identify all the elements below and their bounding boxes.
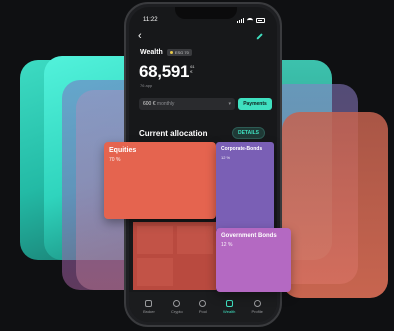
- tile-cell: [137, 258, 173, 286]
- portfolio-value-currency: €: [190, 68, 193, 74]
- esg-badge-label: ESG 70: [174, 50, 189, 55]
- edit-icon[interactable]: [255, 32, 264, 41]
- nav-item-label: Wealth: [223, 309, 236, 314]
- portfolio-value: 68,591 61 €: [139, 63, 195, 80]
- tile-percentage: 70 %: [109, 157, 121, 164]
- nav-item-label: Pool: [198, 309, 207, 314]
- allocation-tile-corporate-bonds[interactable]: Corporate-Bonds 12 %: [216, 142, 274, 232]
- status-icons: [237, 17, 265, 23]
- tile-percentage: 12 %: [221, 154, 231, 160]
- allocation-tile-government-bonds[interactable]: Government Bonds 12 %: [216, 228, 291, 292]
- status-bar: 11:22: [143, 15, 265, 25]
- nav-item-wealth[interactable]: Wealth: [223, 300, 235, 314]
- portfolio-subtitle: 76 app: [140, 83, 153, 88]
- page-title: Wealth: [140, 49, 163, 56]
- header-title-row: Wealth ESG 70: [140, 49, 192, 56]
- portfolio-value-main: 68,591: [139, 62, 190, 81]
- back-button[interactable]: ‹: [138, 31, 142, 42]
- monthly-value: 600 €: [143, 101, 156, 107]
- signal-icon: [237, 17, 244, 23]
- background-card-right-coral: [282, 112, 388, 298]
- drop-icon: [199, 300, 207, 307]
- details-button[interactable]: DETAILS: [231, 127, 265, 139]
- nav-item-profile[interactable]: Profile: [252, 300, 263, 314]
- tile-cell: [137, 226, 173, 254]
- nav-item-crypto[interactable]: Crypto: [171, 300, 183, 314]
- allocation-tile-equities[interactable]: Equities 70 %: [104, 142, 216, 219]
- allocation-tile-other: [133, 222, 216, 290]
- tile-name: Government Bonds: [221, 233, 277, 239]
- bottom-nav: Broker Crypto Pool Wealth Profile: [129, 292, 277, 322]
- tile-percentage: 12 %: [221, 241, 233, 248]
- nav-item-broker[interactable]: Broker: [143, 300, 155, 314]
- coin-icon: [173, 300, 181, 307]
- chevron-down-icon: ▾: [228, 101, 231, 107]
- esg-badge: ESG 70: [166, 49, 192, 56]
- wifi-icon: [247, 17, 253, 23]
- esg-dot-icon: [169, 51, 173, 54]
- payments-button[interactable]: Payments: [238, 98, 272, 110]
- nav-item-pool[interactable]: Pool: [199, 300, 207, 314]
- nav-item-label: Profile: [251, 309, 263, 314]
- allocation-title: Current allocation: [139, 128, 208, 138]
- tile-cell: [177, 226, 213, 254]
- tile-name: Equities: [109, 147, 137, 154]
- battery-icon: [256, 17, 265, 23]
- status-time: 11:22: [143, 17, 158, 23]
- portfolio-value-suffix: 61 €: [190, 64, 194, 75]
- monthly-label: monthly: [156, 101, 175, 107]
- tile-name: Corporate-Bonds: [221, 146, 263, 152]
- person-icon: [253, 300, 261, 307]
- monthly-select[interactable]: 600 € monthly ▾: [139, 98, 235, 110]
- nav-item-label: Broker: [143, 309, 155, 314]
- wealth-icon: [225, 300, 233, 307]
- briefcase-icon: [145, 300, 153, 307]
- allocation-header: Current allocation DETAILS: [139, 127, 265, 139]
- nav-item-label: Crypto: [170, 309, 183, 314]
